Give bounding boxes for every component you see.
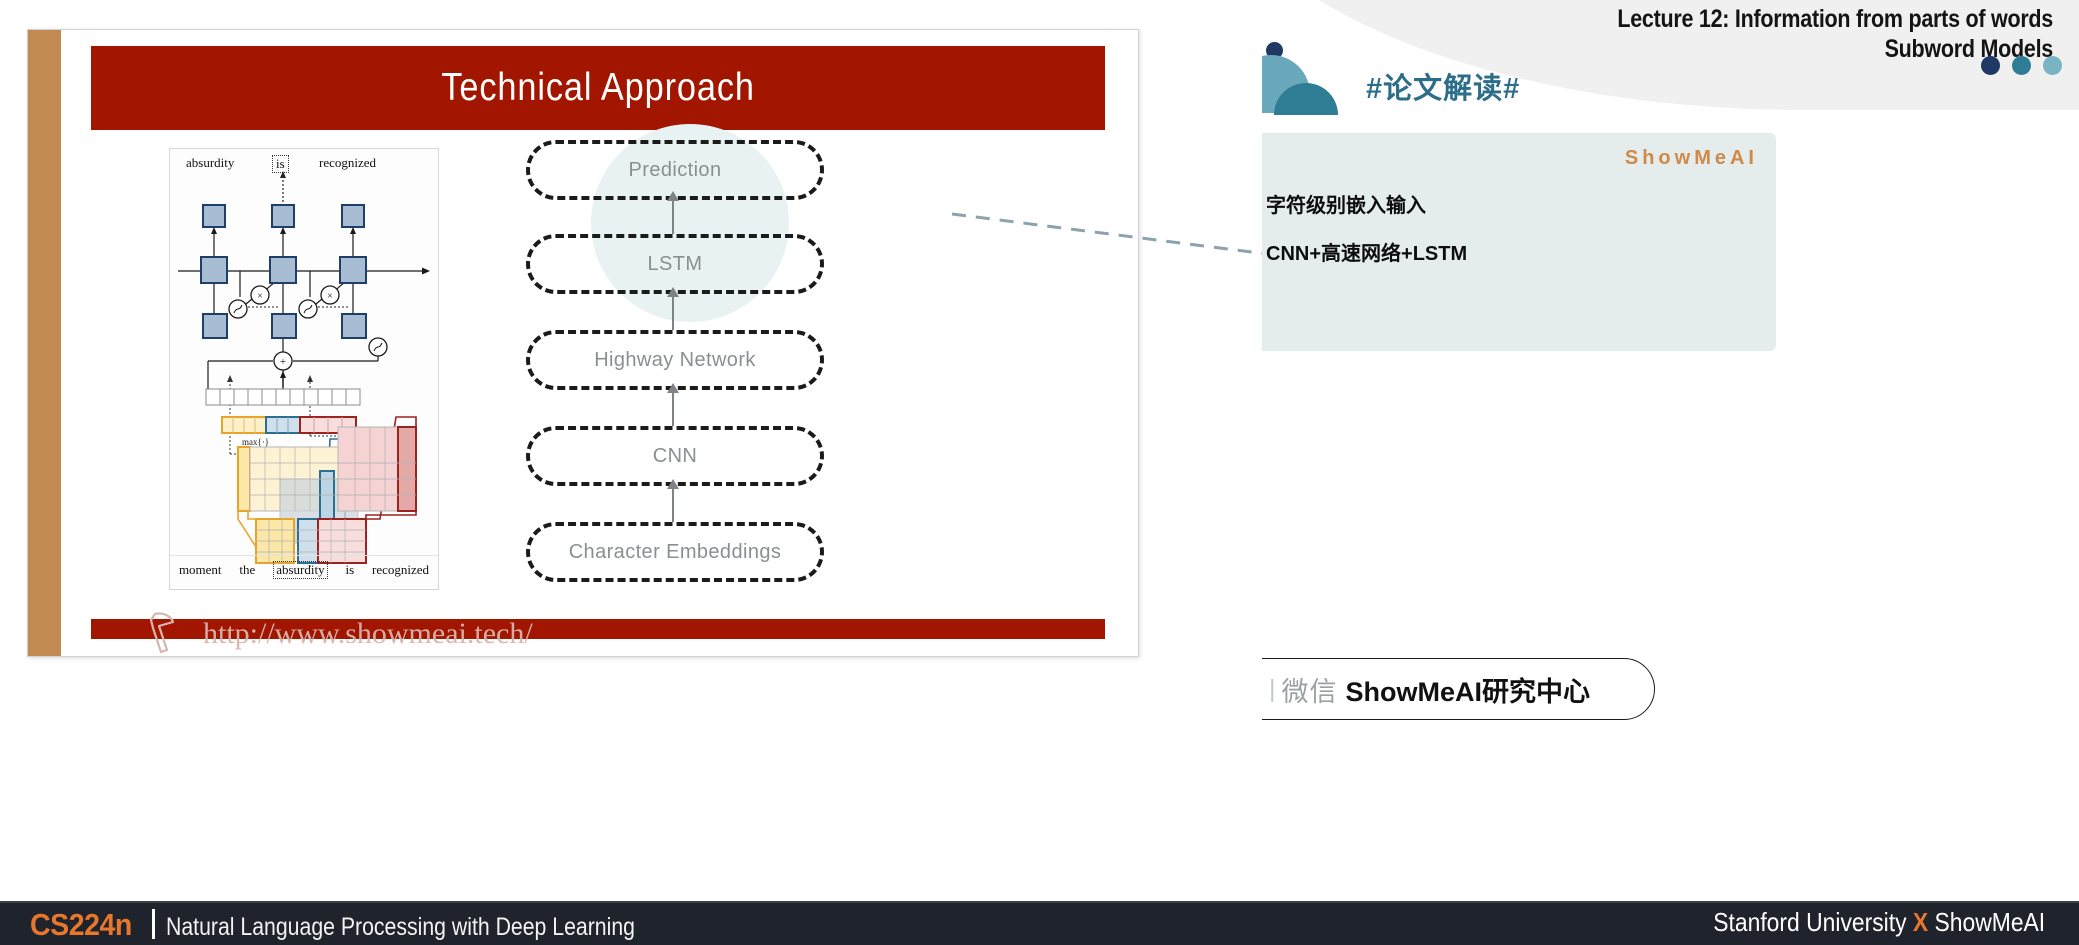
search-placeholder: 搜索	[1262, 670, 1263, 709]
figure-max-label: max{·}	[242, 437, 270, 447]
svg-text:+: +	[280, 356, 286, 368]
section-decoration	[1262, 42, 1352, 115]
figure-bottom-word-4: is	[345, 562, 355, 577]
footer-brand: ShowMeAI	[1928, 907, 2045, 937]
footer-left-group: CS224n Natural Language Processing with …	[30, 905, 717, 943]
character-cnn-figure: absurdity is recognized × × + max{·} mom…	[169, 148, 439, 590]
svg-text:×: ×	[257, 291, 263, 302]
flow-node-cnn: CNN	[526, 426, 824, 486]
flow-arrow-lstm-to-prediction	[667, 191, 679, 234]
header-dots	[1925, 56, 2062, 78]
figure-bottom-word-1: moment	[178, 562, 222, 577]
architecture-flowchart: Prediction LSTM Highway Network CNN Char…	[491, 124, 891, 610]
flow-node-label: LSTM	[647, 252, 703, 275]
lecture-title: Lecture 12: Information from parts of wo…	[1399, 4, 2053, 64]
lecture-title-line1: Lecture 12: Information from parts of wo…	[1617, 5, 2053, 33]
header-dot-1	[1981, 56, 2000, 75]
flow-node-label: CNN	[652, 444, 698, 467]
list-item: 字符级别嵌入输入	[1262, 189, 1760, 218]
search-separator: |	[1269, 674, 1276, 703]
footer-course-name: Natural Language Processing with Deep Le…	[165, 913, 635, 941]
slide-bottom-accent-bar	[91, 619, 1105, 639]
commentary-bullet-list: 字符级别嵌入输入 CNN+高速网络+LSTM	[1262, 189, 1760, 285]
wechat-search-pill[interactable]: 搜索 | 微信 ShowMeAI研究中心	[1262, 658, 1655, 720]
card-brand-logo: ShowMeAI	[1624, 147, 1758, 169]
flow-node-label: Highway Network	[594, 348, 756, 371]
section-tag: #论文解读#	[1366, 73, 1521, 105]
search-account: ShowMeAI研究中心	[1345, 676, 1591, 707]
figure-bottom-word-2: the	[239, 562, 256, 577]
flow-arrow-cnn-to-highway	[667, 383, 679, 426]
svg-text:×: ×	[327, 291, 333, 302]
slide-canvas: Technical Approach absurdity is recogniz…	[27, 29, 1139, 657]
flow-node-lstm: LSTM	[526, 234, 824, 294]
commentary-panel: Lecture 12: Information from parts of wo…	[1262, 0, 2079, 901]
footer-top-divider	[0, 901, 2079, 903]
flow-node-character-embeddings: Character Embeddings	[526, 522, 824, 582]
footer-x-separator: X	[1912, 907, 1929, 937]
flow-node-label: Prediction	[628, 158, 722, 181]
slide-title: Technical Approach	[441, 66, 755, 109]
flow-arrow-embeddings-to-cnn	[667, 479, 679, 522]
slide-title-bar: Technical Approach	[91, 46, 1105, 130]
footer-course-code: CS224n	[30, 907, 132, 942]
footer-bar: CS224n Natural Language Processing with …	[0, 901, 2079, 945]
footer-divider-pipe	[151, 909, 155, 939]
figure-bottom-word-5: recognized	[372, 562, 430, 577]
commentary-card: ShowMeAI 字符级别嵌入输入 CNN+高速网络+LSTM	[1262, 133, 1776, 351]
flow-arrow-highway-to-lstm	[667, 287, 679, 330]
figure-bottom-words: moment the absurdity is recognized	[170, 555, 438, 579]
search-channel: 微信	[1281, 676, 1338, 707]
header-dot-2	[2012, 56, 2031, 75]
slide-content: Technical Approach absurdity is recogniz…	[61, 30, 1138, 656]
header-dot-3	[2043, 56, 2062, 75]
list-item: CNN+高速网络+LSTM	[1262, 237, 1760, 266]
footer-university: Stanford University	[1713, 907, 1913, 937]
footer-right-credit: Stanford University X ShowMeAI	[1713, 907, 2045, 938]
flow-node-label: Character Embeddings	[568, 540, 782, 563]
figure-bottom-word-3: absurdity	[273, 561, 328, 579]
flow-node-highway-network: Highway Network	[526, 330, 824, 390]
slide-left-accent-bar	[28, 30, 61, 656]
figure-vector-art: × × +	[178, 171, 430, 567]
